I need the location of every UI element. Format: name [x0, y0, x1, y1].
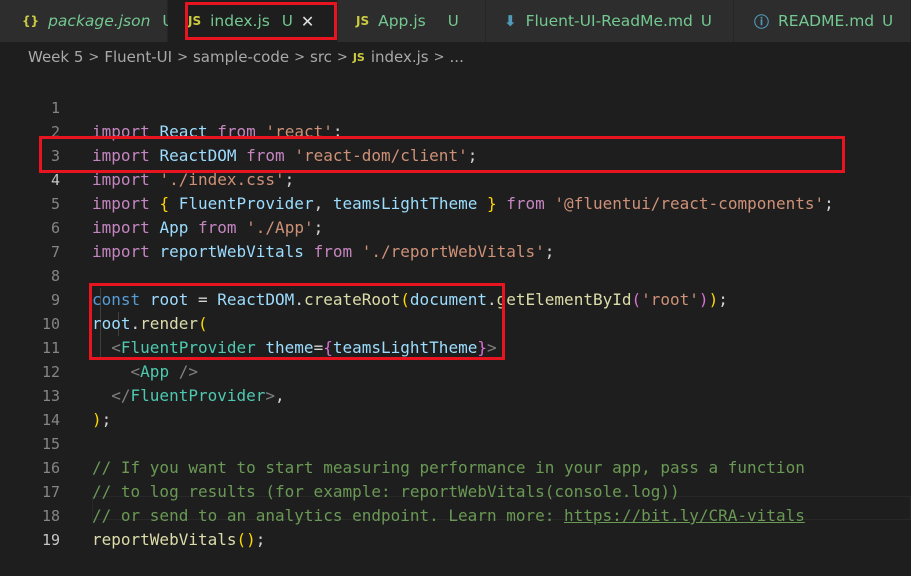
- markdown-download-icon: ⬇: [504, 12, 517, 30]
- editor-tab-bar: {} package.json U JS index.js U ✕ JS App…: [0, 0, 911, 42]
- code-line: 1 import React from 'react';: [0, 72, 911, 141]
- tab-label: App.js: [378, 12, 426, 30]
- tab-label: index.js: [210, 12, 270, 30]
- code-line: 7: [0, 216, 911, 261]
- breadcrumb-symbol-ellipsis[interactable]: ...: [450, 48, 464, 66]
- code-line: 10 <FluentProvider theme={teamsLightThem…: [0, 288, 911, 357]
- js-file-icon: JS: [352, 50, 365, 64]
- code-line: 4 import { FluentProvider, teamsLightThe…: [0, 144, 911, 213]
- js-file-icon: JS: [188, 14, 202, 28]
- git-status-untracked: U: [281, 12, 293, 30]
- js-file-icon: JS: [356, 14, 370, 28]
- git-status-untracked: U: [700, 12, 712, 30]
- tab-index-js[interactable]: JS index.js U ✕: [168, 0, 338, 42]
- breadcrumb-item-src[interactable]: src: [310, 48, 332, 66]
- tab-app-js[interactable]: JS App.js U: [338, 0, 486, 42]
- chevron-right-icon: >: [433, 49, 445, 65]
- chevron-right-icon: >: [294, 49, 305, 65]
- breadcrumb: Week 5 > Fluent-UI > sample-code > src >…: [0, 42, 911, 72]
- token-function: reportWebVitals: [92, 530, 237, 549]
- code-line: 11 <App />: [0, 312, 911, 381]
- code-line: 8 const root = ReactDOM.createRoot(docum…: [0, 240, 911, 309]
- code-line: 5 import App from './App';: [0, 168, 911, 237]
- json-file-icon: {}: [22, 14, 40, 28]
- code-line: 16 // to log results (for example: repor…: [0, 432, 911, 501]
- git-status-untracked: U: [447, 12, 459, 30]
- code-line: 13 );: [0, 360, 911, 429]
- tab-label: package.json: [48, 12, 151, 30]
- chevron-right-icon: >: [336, 49, 348, 65]
- tab-label: Fluent-UI-ReadMe.md: [525, 12, 693, 30]
- tab-package-json[interactable]: {} package.json U: [0, 0, 173, 42]
- code-line: 14: [0, 384, 911, 429]
- info-icon: ⓘ: [754, 12, 770, 31]
- close-icon[interactable]: ✕: [301, 12, 314, 31]
- tab-label: README.md: [778, 12, 875, 30]
- code-line: 6 import reportWebVitals from './reportW…: [0, 192, 911, 261]
- code-line: 15 // If you want to start measuring per…: [0, 408, 911, 477]
- chevron-right-icon: >: [177, 49, 188, 65]
- code-line: 12 </FluentProvider>,: [0, 336, 911, 405]
- code-editor[interactable]: 1 import React from 'react'; 2 import Re…: [0, 72, 911, 549]
- breadcrumb-item-week5[interactable]: Week 5: [28, 48, 83, 66]
- code-line: 9 root.render(: [0, 264, 911, 333]
- code-line: 19: [0, 504, 911, 549]
- code-line: 17 // or send to an analytics endpoint. …: [0, 456, 911, 525]
- chevron-right-icon: >: [88, 49, 100, 65]
- code-line: 18 reportWebVitals();: [0, 480, 911, 549]
- token-paren: (): [236, 530, 256, 549]
- breadcrumb-item-sample-code[interactable]: sample-code: [193, 48, 289, 66]
- breadcrumb-item-fluent-ui[interactable]: Fluent-UI: [104, 48, 172, 66]
- git-status-untracked: U: [882, 12, 894, 30]
- code-line: 3 import './index.css';: [0, 120, 911, 189]
- code-line: 2 import ReactDOM from 'react-dom/client…: [0, 96, 911, 165]
- tab-readme-md[interactable]: ⓘ README.md U: [734, 0, 911, 42]
- breadcrumb-item-file[interactable]: index.js: [371, 48, 429, 66]
- tab-fluent-ui-readme[interactable]: ⬇ Fluent-UI-ReadMe.md U: [486, 0, 734, 42]
- token-punct: ;: [255, 530, 266, 549]
